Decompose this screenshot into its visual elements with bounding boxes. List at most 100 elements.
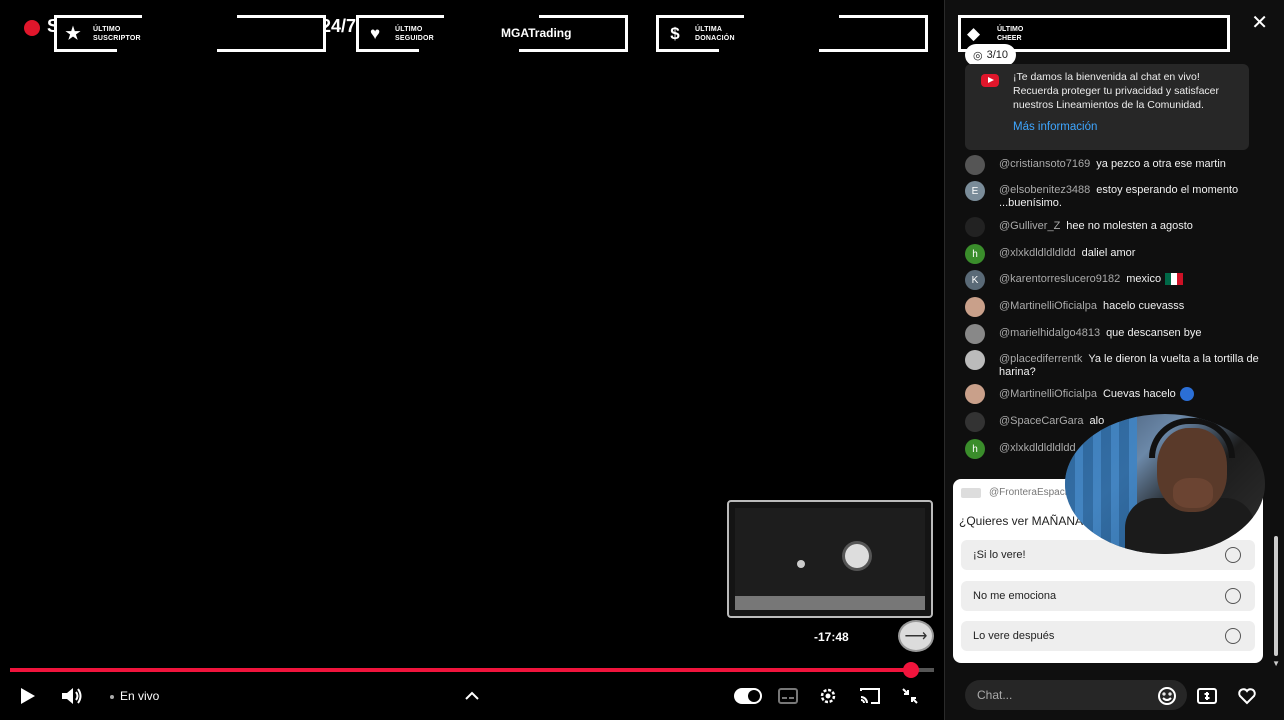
chat-author[interactable]: @karentorreslucero9182	[999, 273, 1120, 285]
close-chat-button[interactable]: ✕	[1251, 10, 1268, 35]
alert-label-line1: ÚLTIMO	[997, 26, 1024, 33]
avatar[interactable]	[965, 350, 985, 370]
chat-message: @Gulliver_Z hee no molesten a agosto	[965, 217, 1265, 237]
scrub-preview-thumbnail	[727, 500, 933, 618]
super-chat-button[interactable]	[1195, 684, 1219, 708]
chat-text: hacelo cuevasss	[1102, 300, 1185, 312]
chat-message: @cristiansoto7169 ya pezco a otra ese mar…	[965, 155, 1265, 175]
heart-icon	[1238, 688, 1256, 705]
video-player[interactable]: S 24/7 ★ ÚLTIMO SUSCRIPTOR ♥ ÚLTIMO SEGUID…	[0, 0, 944, 720]
chat-input-box[interactable]	[965, 680, 1187, 710]
avatar[interactable]: h	[965, 439, 985, 459]
alert-label-line1: ÚLTIMO	[93, 26, 121, 33]
play-button[interactable]	[16, 684, 40, 708]
live-indicator-dot	[24, 20, 40, 36]
scrub-cursor-icon[interactable]: ⟶	[898, 620, 934, 652]
chat-input[interactable]	[977, 688, 1157, 702]
progress-bar[interactable]	[10, 662, 934, 678]
time-remaining: -17:48	[814, 630, 849, 644]
settings-button[interactable]	[816, 684, 840, 708]
emoji-button[interactable]	[1155, 684, 1179, 708]
alert-label-line1: ÚLTIMA	[695, 26, 723, 33]
chat-text: ya pezco a otra ese martin	[1096, 158, 1226, 170]
chat-scrollbar[interactable]	[1274, 536, 1278, 656]
chat-author[interactable]: @xlxkdldldldldd	[999, 247, 1076, 259]
radio-icon	[1225, 588, 1241, 604]
heart-icon: ♥	[369, 24, 381, 43]
chat-message: h @xlxkdldldldldd daliel amor	[965, 244, 1265, 264]
avatar[interactable]	[965, 412, 985, 432]
chat-message: E @elsobenitez3488 estoy esperando el mome…	[965, 181, 1265, 210]
mexico-flag-icon	[1165, 273, 1184, 286]
chat-message: @MartinelliOficialpa Cuevas hacelo	[965, 384, 1265, 404]
gear-icon	[820, 688, 836, 704]
youtube-icon	[981, 74, 999, 87]
poll-author-avatar	[961, 488, 981, 498]
chevron-up-icon[interactable]	[460, 684, 484, 708]
chat-message: @placediferrentk Ya le dieron la vuelta a…	[965, 350, 1265, 379]
alert-last-follower: ♥ ÚLTIMO SEGUIDOR MGATrading	[356, 15, 628, 52]
dollar-icon: $	[670, 24, 680, 43]
welcome-banner: ¡Te damos la bienvenida al chat en vivo!…	[965, 64, 1249, 150]
chat-author[interactable]: @MartinelliOficialpa	[999, 300, 1097, 312]
radio-icon	[1225, 628, 1241, 644]
avatar[interactable]	[965, 324, 985, 344]
chat-message: @MartinelliOficialpa hacelo cuevasss	[965, 297, 1265, 317]
poll-option[interactable]: Lo vere después	[961, 621, 1255, 651]
target-icon: ◎	[973, 49, 983, 62]
avatar[interactable]	[965, 217, 985, 237]
chat-message: @marielhidalgo4813 que descansen bye	[965, 324, 1265, 344]
poll-progress-chip[interactable]: ◎ 3/10	[965, 44, 1017, 66]
poll-option[interactable]: No me emociona	[961, 581, 1255, 611]
volume-button[interactable]	[58, 684, 86, 708]
diamond-icon: ◆	[967, 24, 981, 43]
alert-label-line2: SEGUIDOR	[395, 35, 434, 42]
chat-text: daliel amor	[1081, 247, 1136, 259]
avatar[interactable]	[965, 384, 985, 404]
cast-icon	[860, 688, 880, 704]
smiley-icon	[1158, 687, 1176, 705]
chat-text: mexico	[1126, 273, 1162, 285]
minimize-arrows-icon	[902, 688, 918, 704]
exit-fullscreen-button[interactable]	[898, 684, 922, 708]
chat-author[interactable]: @MartinelliOficialpa	[999, 388, 1097, 400]
subtitles-button[interactable]	[776, 684, 800, 708]
subtitles-icon	[778, 688, 798, 704]
more-info-link[interactable]: Más información	[1013, 121, 1097, 133]
streamer-webcam	[1065, 414, 1265, 554]
welcome-text: ¡Te damos la bienvenida al chat en vivo!…	[1013, 71, 1220, 111]
avatar[interactable]: K	[965, 270, 985, 290]
progress-scrubber[interactable]	[902, 662, 919, 678]
alert-last-subscriber: ★ ÚLTIMO SUSCRIPTOR	[54, 15, 326, 52]
alert-label-line2: CHEER	[997, 35, 1022, 42]
alert-label-line2: DONACIÓN	[695, 35, 735, 42]
speaking-head-icon	[1179, 387, 1194, 401]
alert-last-donation: $ ÚLTIMA DONACIÓN	[656, 15, 928, 52]
avatar[interactable]: E	[965, 181, 985, 201]
live-label[interactable]: En vivo	[110, 689, 159, 703]
play-icon	[21, 688, 35, 704]
chat-author[interactable]: @cristiansoto7169	[999, 158, 1090, 170]
volume-icon	[62, 688, 82, 704]
chat-author[interactable]: @Gulliver_Z	[999, 220, 1060, 232]
cast-button[interactable]	[858, 684, 882, 708]
avatar[interactable]	[965, 297, 985, 317]
alert-label-line2: SUSCRIPTOR	[93, 35, 141, 42]
progress-fill	[10, 668, 911, 672]
alert-value: MGATrading	[501, 26, 572, 40]
overlay-stream-label: 24/7	[321, 16, 357, 36]
chat-author[interactable]: @elsobenitez3488	[999, 184, 1090, 196]
autoplay-toggle[interactable]	[734, 688, 762, 704]
chat-message: K @karentorreslucero9182 mexico	[965, 270, 1265, 290]
chat-text: hee no molesten a agosto	[1066, 220, 1193, 232]
scroll-down-icon[interactable]: ▼	[1272, 659, 1280, 668]
like-heart-button[interactable]	[1235, 684, 1259, 708]
chat-author[interactable]: @marielhidalgo4813	[999, 327, 1100, 339]
avatar[interactable]	[965, 155, 985, 175]
live-chat-panel: ✕ ◆ ÚLTIMO CHEER ◎ 3/10 ¡Te damos la bienv…	[944, 0, 1284, 720]
chat-author[interactable]: @placediferrentk	[999, 353, 1082, 365]
chat-text: que descansen bye	[1106, 327, 1202, 339]
avatar[interactable]: h	[965, 244, 985, 264]
money-icon	[1197, 688, 1217, 704]
live-dot-icon	[110, 694, 114, 699]
